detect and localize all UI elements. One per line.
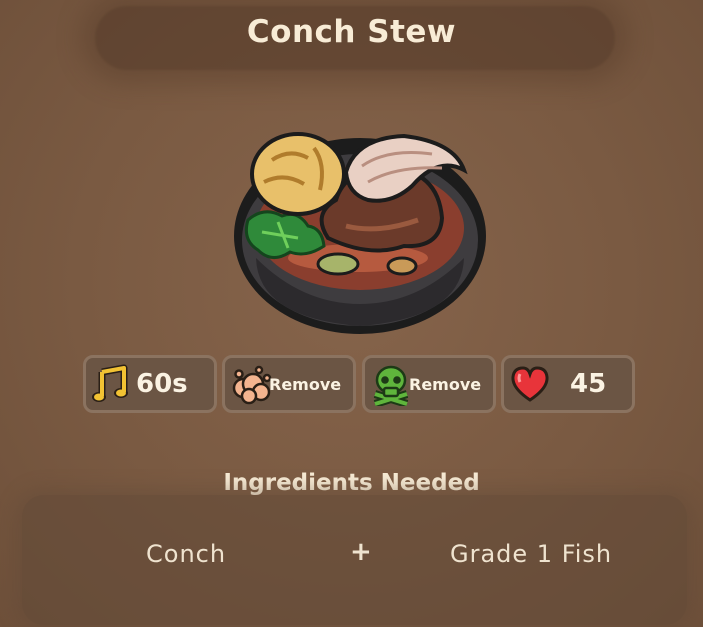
stink-cloud-icon — [232, 365, 272, 405]
stat-duration: 60s — [83, 355, 217, 413]
heart-icon — [511, 366, 549, 402]
stat-odor-value: Remove — [269, 374, 342, 394]
skull-crossbones-icon — [373, 365, 409, 406]
ingredient-item: Grade 1 Fish — [450, 540, 613, 568]
music-note-icon — [92, 364, 128, 402]
stat-poison: Remove — [362, 355, 496, 413]
stat-duration-value: 60s — [136, 369, 188, 399]
recipe-title: Conch Stew — [246, 14, 457, 50]
conch-stew-bowl-icon — [234, 132, 486, 334]
stat-row: 60s Remove Remove 45 — [83, 355, 643, 417]
ingredient-item: Conch — [146, 540, 227, 568]
stat-health: 45 — [501, 355, 635, 413]
stat-poison-value: Remove — [409, 374, 482, 394]
stat-odor: Remove — [222, 355, 356, 413]
ingredients-heading: Ingredients Needed — [223, 470, 480, 496]
plus-separator: + — [350, 537, 373, 567]
stat-health-value: 45 — [570, 369, 607, 399]
